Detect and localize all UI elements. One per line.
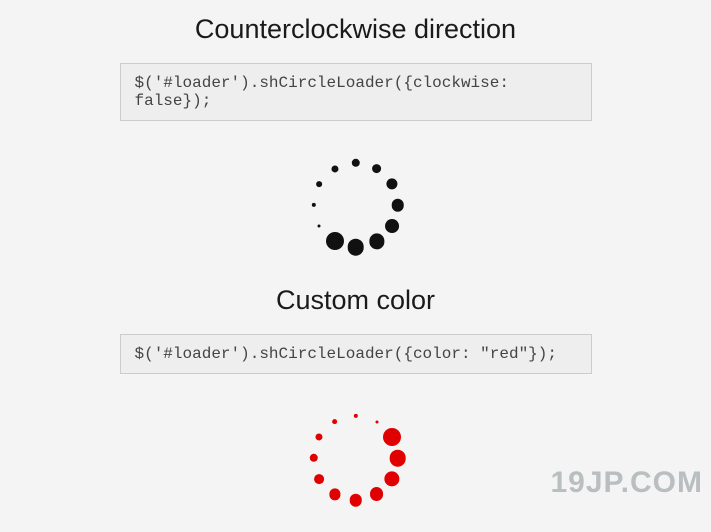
section-title-counterclockwise: Counterclockwise direction (195, 14, 516, 45)
loader-dot (318, 225, 321, 228)
circle-loader-counterclockwise (296, 145, 416, 265)
loader-dot (347, 239, 364, 256)
loader-dot (349, 494, 362, 507)
page-container: Counterclockwise direction $('#loader').… (0, 0, 711, 532)
watermark-text: 19JP.COM (550, 466, 703, 500)
loader-dot (375, 420, 378, 423)
loader-dot (326, 232, 344, 250)
loader-dot (372, 164, 382, 174)
loader-dot (384, 471, 399, 486)
section-title-custom-color: Custom color (276, 285, 435, 316)
loader-dot (385, 219, 399, 233)
loader-dot (391, 199, 404, 212)
loader-dot (309, 454, 317, 462)
loader-dot (314, 474, 324, 484)
code-block-counterclockwise: $('#loader').shCircleLoader({clockwise: … (120, 63, 592, 121)
loader-dot (316, 433, 323, 440)
code-block-custom-color: $('#loader').shCircleLoader({color: "red… (120, 334, 592, 374)
loader-dot (329, 489, 340, 500)
loader-dot (370, 487, 384, 501)
loader-dot (386, 178, 397, 189)
loader-dot (369, 234, 384, 249)
loader-dot (331, 165, 338, 172)
loader-dot (351, 159, 359, 167)
loader-dot (332, 419, 338, 425)
loader-dot (383, 428, 401, 446)
loader-dot (389, 450, 406, 467)
loader-dot (311, 203, 315, 207)
loader-dot (353, 414, 357, 418)
circle-loader-custom-color (296, 398, 416, 518)
loader-dot (316, 181, 322, 187)
